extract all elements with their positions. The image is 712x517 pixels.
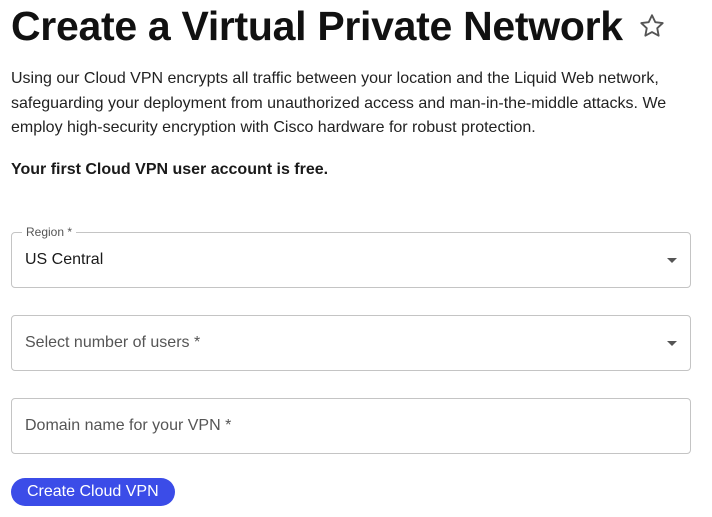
region-select[interactable]: Region * US Central [11,225,691,288]
domain-field[interactable] [11,398,691,454]
domain-input[interactable] [12,399,690,453]
region-label: Region * [22,225,77,239]
free-account-note: Your first Cloud VPN user account is fre… [11,161,329,178]
region-value: US Central [25,251,104,268]
users-placeholder: Select number of users * [25,334,201,351]
page-description: Using our Cloud VPN encrypts all traffic… [11,70,667,136]
page-title: Create a Virtual Private Network [11,3,623,49]
page-header: Create a Virtual Private Network [11,2,667,50]
caret-down-icon [667,258,677,263]
caret-down-icon [667,341,677,346]
star-outline-icon[interactable] [637,11,667,41]
create-vpn-button[interactable]: Create Cloud VPN [11,478,175,506]
users-select[interactable]: Select number of users * [11,315,691,371]
